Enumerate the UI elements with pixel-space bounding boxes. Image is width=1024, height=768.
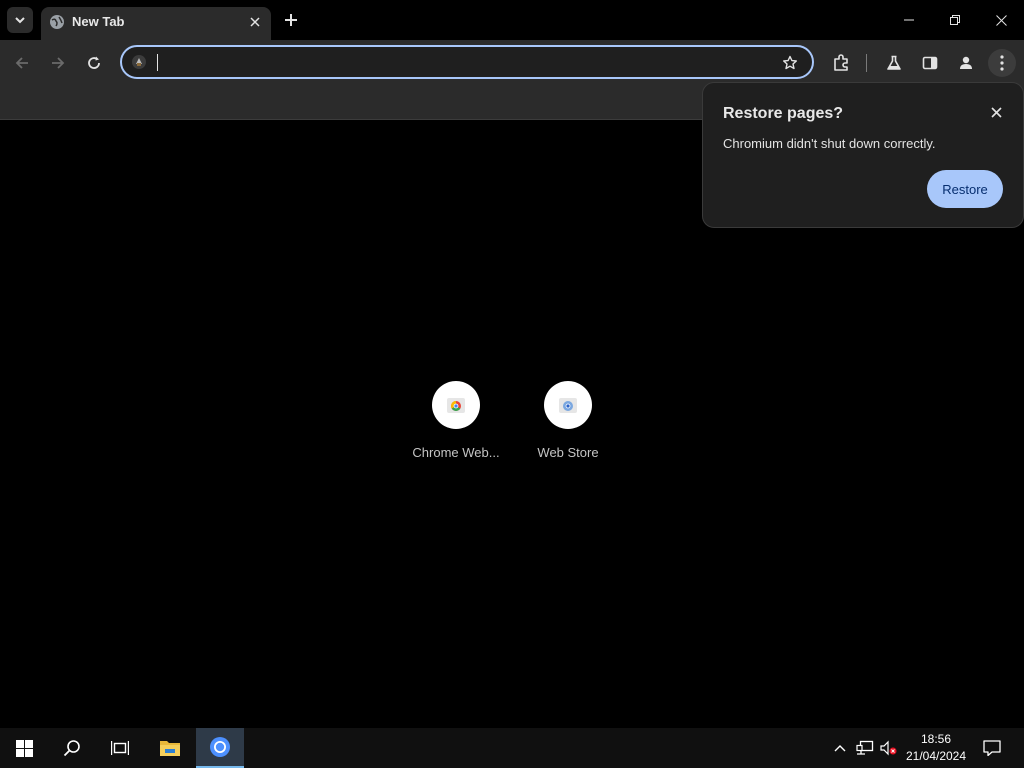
reload-icon (88, 56, 100, 69)
forward-button[interactable] (46, 51, 70, 75)
restore-button[interactable]: Restore (927, 170, 1003, 208)
shortcut-label: Web Store (537, 445, 599, 460)
notifications-icon (983, 740, 1001, 756)
reload-button[interactable] (82, 51, 106, 75)
restore-window-button[interactable] (937, 4, 973, 36)
profile-icon (960, 56, 972, 69)
tab-title: New Tab (72, 14, 125, 29)
restore-window-icon (950, 15, 960, 25)
restore-pages-bubble: Restore pages? Chromium didn't shut down… (702, 82, 1024, 228)
file-explorer-button[interactable] (146, 728, 194, 768)
menu-button[interactable] (988, 49, 1016, 77)
clock-date: 21/04/2024 (905, 749, 967, 763)
volume-button[interactable] (878, 728, 900, 768)
back-button[interactable] (10, 51, 34, 75)
action-center-button[interactable] (978, 728, 1006, 768)
show-hidden-icons-button[interactable] (830, 728, 850, 768)
tab-search-button[interactable] (7, 7, 33, 33)
show-hidden-icons-chevron (834, 745, 846, 752)
plus-icon (285, 14, 297, 26)
bookmark-star-button[interactable] (781, 54, 799, 72)
minimize-button[interactable] (891, 4, 927, 36)
globe-icon (50, 15, 64, 29)
close-window-button[interactable] (983, 4, 1019, 36)
back-arrow-icon (15, 57, 28, 69)
bookmark-star-icon (783, 55, 797, 70)
network-icon (856, 740, 874, 755)
side-panel-button[interactable] (918, 51, 942, 75)
shortcut-label: Chrome Web... (412, 445, 500, 460)
chrome-web-store-icon (447, 398, 465, 413)
tab-close-button[interactable] (247, 14, 263, 30)
task-view-button[interactable] (96, 728, 144, 768)
shortcut-tile[interactable]: Chrome Web... (400, 381, 512, 471)
text-cursor (157, 54, 158, 71)
toolbar-divider (866, 54, 867, 72)
bubble-title: Restore pages? (723, 105, 844, 122)
task-view-icon (111, 741, 129, 755)
start-button[interactable] (0, 728, 48, 768)
web-store-icon (559, 398, 577, 413)
forward-arrow-icon (52, 57, 65, 69)
new-tab-button[interactable] (281, 10, 301, 30)
omnibox[interactable] (120, 45, 814, 79)
search-icon (63, 740, 80, 757)
extensions-icon (834, 54, 848, 71)
bubble-close-button[interactable] (987, 103, 1005, 121)
toolbar (0, 40, 1024, 86)
side-panel-icon (922, 56, 938, 70)
labs-button[interactable] (882, 51, 906, 75)
close-icon (250, 17, 260, 27)
address-input[interactable] (156, 51, 766, 73)
profile-button[interactable] (954, 51, 978, 75)
tab-new-tab[interactable]: New Tab (41, 7, 271, 40)
taskbar-clock[interactable]: 18:56 21/04/2024 (900, 731, 972, 765)
bubble-message: Chromium didn't shut down correctly. (723, 136, 936, 151)
windows-start-icon (15, 739, 33, 757)
taskbar-search-button[interactable] (48, 728, 96, 768)
menu-kebab-icon (1000, 55, 1004, 71)
taskbar: 18:56 21/04/2024 (0, 728, 1024, 768)
chromium-icon (210, 737, 230, 757)
chevron-down-icon (15, 17, 25, 24)
volume-muted-icon (880, 740, 897, 756)
minimize-icon (904, 19, 914, 21)
shortcut-tile[interactable]: Web Store (512, 381, 624, 471)
chromium-taskbar-button[interactable] (196, 728, 244, 768)
network-button[interactable] (854, 728, 876, 768)
clock-time: 18:56 (920, 732, 952, 746)
shortcut-icon-circle (544, 381, 592, 429)
close-icon (995, 14, 1007, 26)
extensions-button[interactable] (829, 51, 853, 75)
labs-flask-icon (887, 55, 901, 70)
search-engine-icon (132, 55, 146, 69)
tab-strip: New Tab (0, 0, 1024, 40)
shortcut-icon-circle (432, 381, 480, 429)
file-explorer-icon (160, 741, 180, 756)
close-icon (990, 106, 1002, 118)
